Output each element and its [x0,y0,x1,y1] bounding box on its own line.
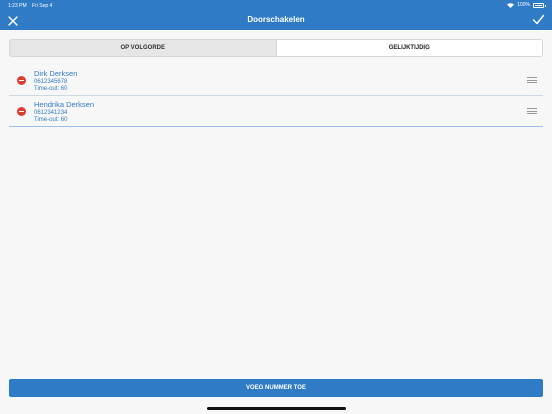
remove-circle-icon[interactable] [17,76,26,85]
list-item: Dirk Derksen 0612345678 Time-out: 60 [9,65,543,96]
contact-name: Hendrika Derksen [34,100,95,109]
add-number-button[interactable]: VOEG NUMMER TOE [9,379,543,397]
home-indicator [207,407,346,410]
status-bar: 1:23 PM Fri Sep 4 100% [0,0,552,10]
navigation-bar: 1:23 PM Fri Sep 4 100% Doorschakelen [0,0,552,30]
drag-handle-icon[interactable] [527,77,537,83]
drag-handle-icon[interactable] [527,108,537,114]
wifi-icon [507,2,515,8]
tab-op-volgorde[interactable]: OP VOLGORDE [10,40,276,56]
status-date: Fri Sep 4 [32,3,53,9]
contact-timeout: Time-out: 60 [34,117,68,123]
checkmark-icon [532,14,545,25]
list-item: Hendrika Derksen 0612341234 Time-out: 60 [9,96,543,127]
contact-name: Dirk Derksen [34,69,78,78]
contact-number: 0612345678 [34,79,68,85]
contact-number: 0612341234 [34,110,68,116]
battery-icon [533,2,546,8]
page-title: Doorschakelen [247,15,305,24]
confirm-button[interactable] [532,13,545,26]
mode-segmented-control: OP VOLGORDE GELIJKTIJDIG [9,39,543,57]
forwarding-list: Dirk Derksen 0612345678 Time-out: 60 Hen… [9,65,543,127]
tab-gelijktijdig[interactable]: GELIJKTIJDIG [275,40,542,56]
remove-circle-icon[interactable] [17,107,26,116]
battery-percentage: 100% [517,2,530,8]
status-time: 1:23 PM [8,3,27,9]
contact-timeout: Time-out: 60 [34,86,68,92]
